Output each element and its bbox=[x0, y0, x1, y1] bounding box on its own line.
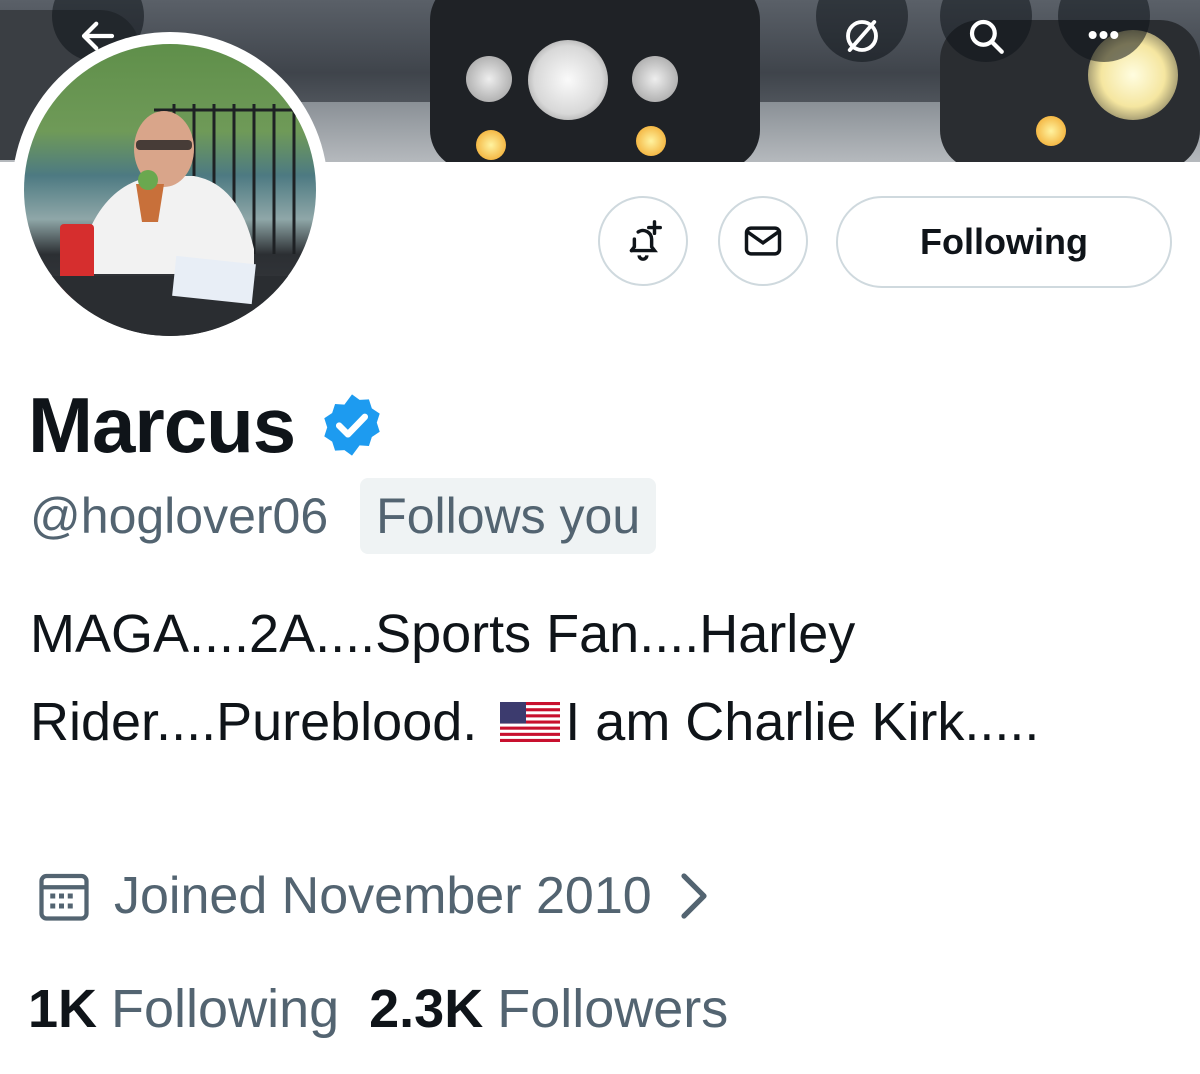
us-flag-icon bbox=[500, 702, 561, 742]
handle-row: @hoglover06 Follows you bbox=[30, 478, 657, 554]
followers-stat[interactable]: 2.3K Followers bbox=[369, 978, 728, 1040]
bio-text-continued: I am Charlie Kirk..... bbox=[565, 692, 1040, 752]
follow-stats: 1K Following 2.3K Followers bbox=[28, 978, 728, 1040]
banner-light bbox=[632, 56, 678, 102]
following-stat[interactable]: 1K Following bbox=[28, 978, 339, 1040]
banner-turn-signal bbox=[1036, 116, 1066, 146]
envelope-icon bbox=[744, 226, 782, 256]
slash-circle-icon bbox=[846, 20, 878, 52]
following-count: 1K bbox=[28, 979, 98, 1039]
banner-turn-signal bbox=[636, 126, 666, 156]
following-button[interactable]: Following bbox=[836, 196, 1172, 288]
verified-badge-icon[interactable] bbox=[317, 390, 387, 460]
user-handle: @hoglover06 bbox=[30, 488, 329, 544]
bell-plus-icon bbox=[629, 220, 662, 261]
avatar-photo bbox=[24, 44, 316, 336]
chevron-right-icon bbox=[681, 873, 707, 919]
banner-headlight bbox=[528, 40, 608, 120]
followers-count: 2.3K bbox=[369, 979, 484, 1039]
following-label: Following bbox=[111, 979, 340, 1039]
banner-turn-signal bbox=[476, 130, 506, 160]
display-name: Marcus bbox=[28, 381, 296, 469]
message-button[interactable] bbox=[718, 196, 808, 286]
grok-button[interactable] bbox=[816, 0, 908, 62]
banner-light bbox=[466, 56, 512, 102]
calendar-icon bbox=[39, 873, 89, 921]
profile-bio: MAGA....2A....Sports Fan....Harley Rider… bbox=[30, 590, 1050, 766]
search-icon bbox=[969, 19, 1004, 54]
joined-date-row[interactable]: Joined November 2010 bbox=[34, 866, 712, 926]
more-icon: ••• bbox=[1087, 19, 1121, 50]
notify-button[interactable] bbox=[598, 196, 688, 286]
follows-you-badge: Follows you bbox=[360, 478, 657, 554]
avatar-illustration bbox=[24, 104, 316, 336]
avatar[interactable] bbox=[12, 32, 328, 348]
profile-name-row: Marcus bbox=[28, 384, 387, 466]
followers-label: Followers bbox=[497, 979, 729, 1039]
joined-date: Joined November 2010 bbox=[114, 867, 652, 925]
